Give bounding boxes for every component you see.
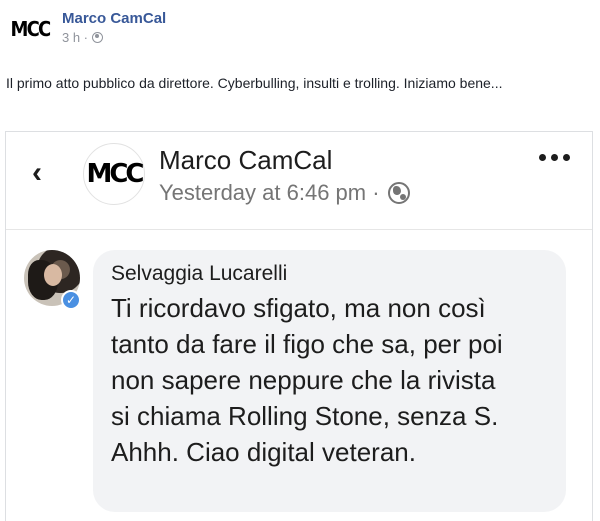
verified-badge-icon: ✓ — [61, 290, 81, 310]
embed-timestamp[interactable]: Yesterday at 6:46 pm · — [159, 180, 380, 206]
post-header: MCC Marco CamCal 3 h · — [6, 6, 167, 54]
post-meta: 3 h · — [62, 30, 166, 45]
post-author-link[interactable]: Marco CamCal — [62, 10, 166, 27]
page-logo[interactable]: MCC — [8, 6, 52, 52]
author-block: Marco CamCal 3 h · — [62, 10, 166, 45]
globe-icon — [387, 182, 410, 204]
post-text: Il primo atto pubblico da direttore. Cyb… — [6, 75, 503, 91]
embedded-screenshot: ‹ MCC Marco CamCal Yesterday at 6:46 pm … — [5, 131, 593, 521]
comment-text: Ti ricordavo sfigato, ma non così tanto … — [111, 293, 503, 467]
post-timestamp[interactable]: 3 h · — [62, 30, 88, 45]
chevron-left-icon[interactable]: ‹ — [32, 158, 42, 188]
commenter-name[interactable]: Selvaggia Lucarelli — [111, 262, 550, 286]
embed-author-name[interactable]: Marco CamCal — [159, 145, 332, 176]
comment-bubble: Selvaggia Lucarelli Ti ricordavo sfigato… — [93, 250, 566, 512]
embed-page-logo[interactable]: MCC — [83, 143, 145, 205]
globe-icon — [92, 32, 104, 43]
divider — [6, 229, 592, 230]
embed-timestamp-row: Yesterday at 6:46 pm · — [159, 180, 410, 206]
embed-header: ‹ MCC Marco CamCal Yesterday at 6:46 pm … — [6, 132, 592, 228]
more-options-icon[interactable] — [539, 154, 570, 161]
